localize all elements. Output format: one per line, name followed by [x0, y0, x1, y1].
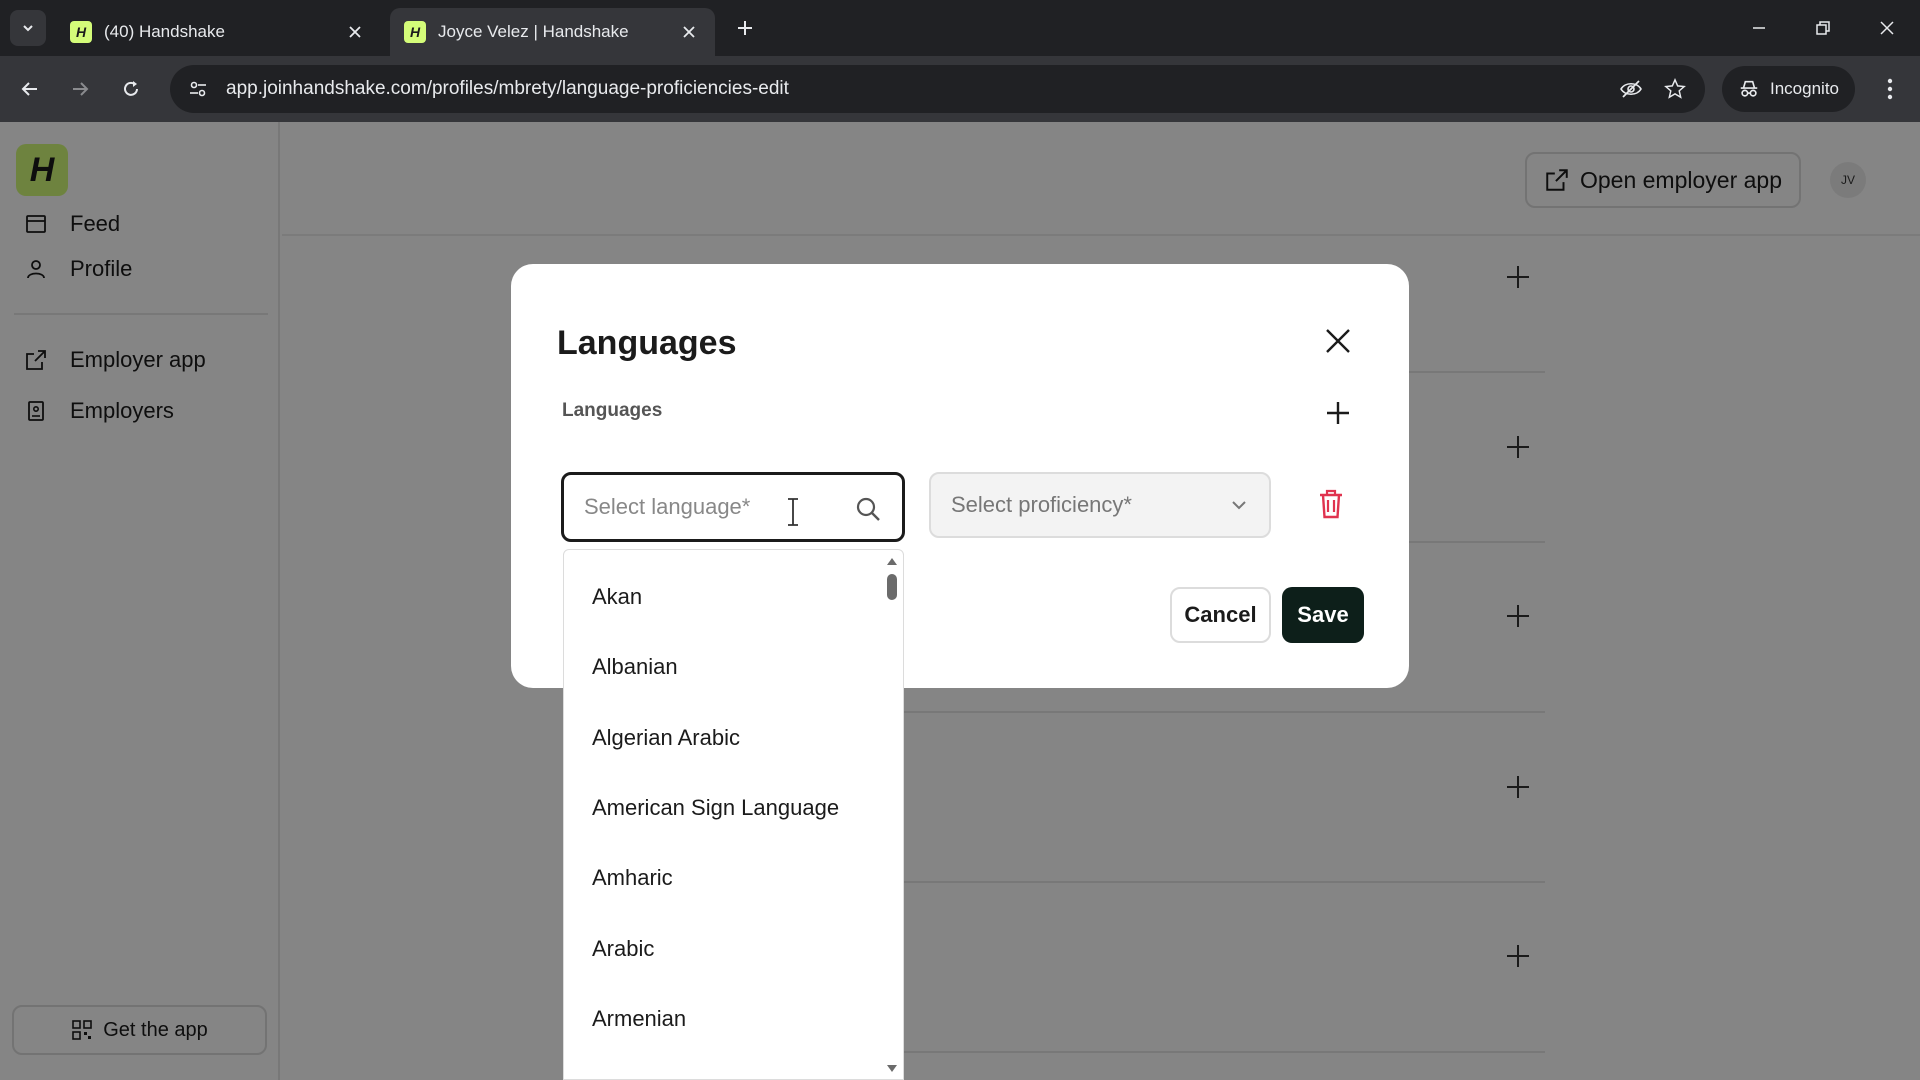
- language-option[interactable]: American Sign Language: [592, 795, 839, 821]
- incognito-label: Incognito: [1770, 79, 1839, 98]
- close-window-button[interactable]: [1855, 0, 1919, 56]
- new-tab-button[interactable]: [727, 12, 763, 44]
- arrow-right-icon: [73, 82, 89, 96]
- arrow-left-icon: [21, 82, 37, 96]
- forward-button[interactable]: [60, 69, 100, 109]
- eye-off-icon[interactable]: [1609, 67, 1653, 111]
- browser-toolbar: app.joinhandshake.com/profiles/mbrety/la…: [0, 56, 1920, 122]
- text-cursor-icon: [788, 498, 798, 526]
- page-content: H Feed Profile Employer app Employers Ge…: [0, 122, 1920, 1080]
- restore-button[interactable]: [1791, 0, 1855, 56]
- restore-icon: [1816, 21, 1830, 35]
- tab-title: Joyce Velez | Handshake: [438, 22, 629, 41]
- language-option[interactable]: Albanian: [592, 654, 678, 680]
- language-dropdown-list[interactable]: Akan Albanian Algerian Arabic American S…: [563, 549, 904, 1080]
- proficiency-select[interactable]: Select proficiency*: [929, 472, 1271, 538]
- proficiency-placeholder: Select proficiency*: [951, 492, 1132, 517]
- tab-title: (40) Handshake: [104, 22, 225, 41]
- plus-icon: [738, 21, 752, 35]
- browser-tab-bar: H (40) Handshake H Joyce Velez | Handsha…: [0, 0, 1920, 56]
- language-option[interactable]: Arabic: [592, 936, 654, 962]
- reload-button[interactable]: [111, 69, 151, 109]
- languages-section-label: Languages: [562, 400, 663, 421]
- modal-title: Languages: [557, 324, 737, 362]
- address-bar[interactable]: app.joinhandshake.com/profiles/mbrety/la…: [170, 65, 1705, 113]
- site-settings-icon[interactable]: [176, 67, 220, 111]
- handshake-favicon-icon: H: [404, 21, 426, 43]
- bookmark-star-icon[interactable]: [1653, 67, 1697, 111]
- back-button[interactable]: [10, 69, 50, 109]
- scroll-down-arrow-icon[interactable]: [886, 1064, 898, 1074]
- browser-tab-1[interactable]: H (40) Handshake: [56, 8, 381, 56]
- close-icon: [1326, 329, 1350, 353]
- language-option[interactable]: Akan: [592, 584, 642, 610]
- save-button[interactable]: Save: [1282, 587, 1364, 643]
- close-tab-icon[interactable]: [677, 20, 701, 44]
- dropdown-scrollbar-thumb[interactable]: [887, 574, 897, 600]
- close-tab-icon[interactable]: [343, 20, 367, 44]
- incognito-indicator[interactable]: Incognito: [1722, 66, 1855, 112]
- chevron-down-icon: [1232, 501, 1246, 510]
- scroll-up-arrow-icon[interactable]: [886, 556, 898, 566]
- plus-icon: [1327, 402, 1349, 424]
- language-option[interactable]: Algerian Arabic: [592, 725, 740, 751]
- tab-search-button[interactable]: [10, 10, 46, 46]
- reload-icon: [124, 81, 138, 96]
- trash-icon: [1320, 489, 1342, 519]
- add-language-button[interactable]: [1319, 394, 1357, 432]
- delete-language-button[interactable]: [1314, 486, 1348, 522]
- language-select-field[interactable]: [561, 472, 905, 542]
- more-vertical-icon: [1887, 78, 1893, 100]
- incognito-icon: [1740, 80, 1758, 97]
- url-text[interactable]: app.joinhandshake.com/profiles/mbrety/la…: [226, 78, 1609, 100]
- language-option[interactable]: Armenian: [592, 1006, 686, 1032]
- browser-tab-2[interactable]: H Joyce Velez | Handshake: [390, 8, 715, 56]
- cancel-button[interactable]: Cancel: [1170, 587, 1271, 643]
- language-option[interactable]: Amharic: [592, 865, 673, 891]
- search-icon[interactable]: [854, 495, 882, 523]
- handshake-favicon-icon: H: [70, 21, 92, 43]
- minimize-icon: [1753, 27, 1765, 29]
- chevron-down-icon: [23, 25, 33, 32]
- minimize-button[interactable]: [1727, 0, 1791, 56]
- browser-menu-button[interactable]: [1870, 69, 1910, 109]
- close-icon: [1880, 21, 1894, 35]
- close-modal-button[interactable]: [1315, 318, 1361, 364]
